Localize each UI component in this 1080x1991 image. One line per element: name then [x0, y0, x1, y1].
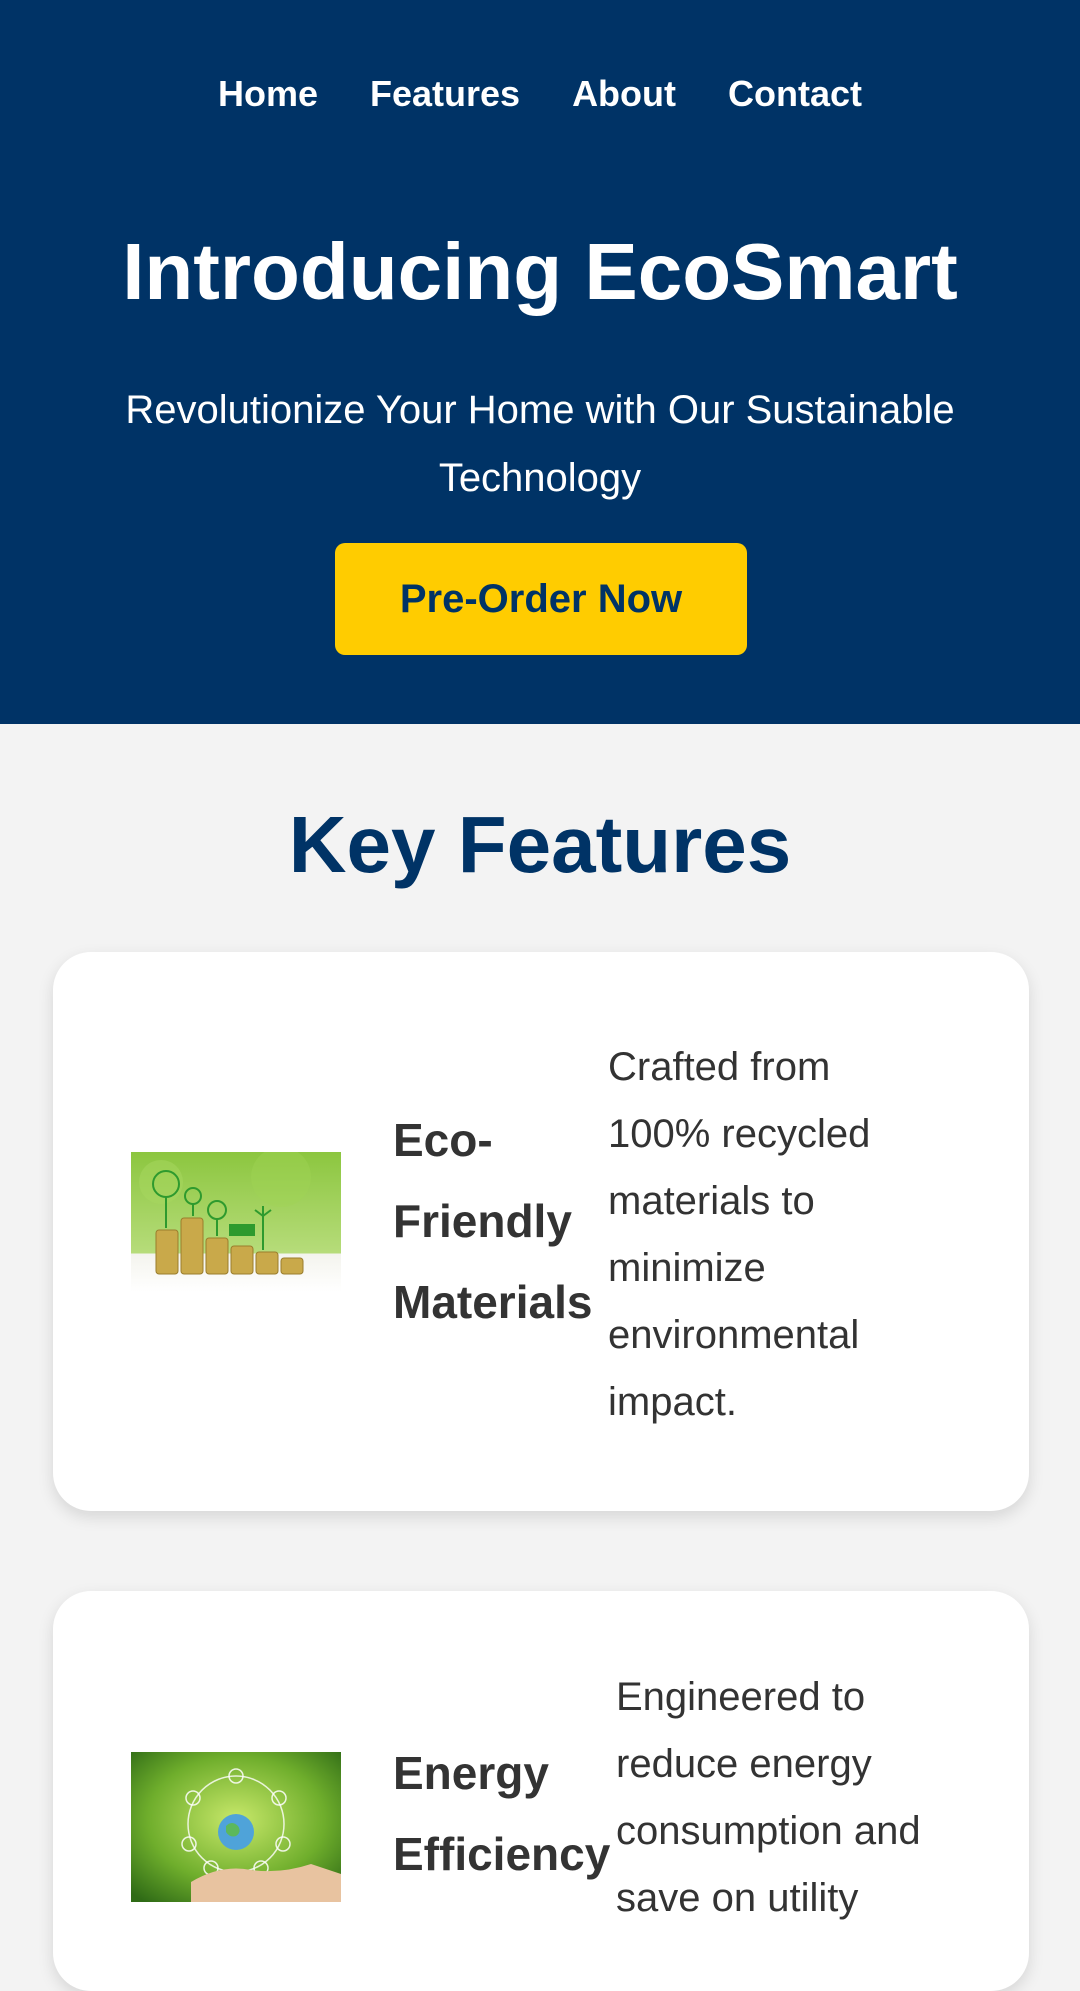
feature-title: Energy Efficiency	[393, 1747, 611, 1880]
feature-card-eco-friendly: Eco-Friendly Materials Crafted from 100%…	[53, 952, 1029, 1511]
main-nav: Home Features About Contact	[0, 68, 1080, 120]
hero-title: Introducing EcoSmart	[122, 227, 958, 316]
feature-image-energy-efficiency	[131, 1752, 341, 1902]
features-title: Key Features	[288, 800, 792, 889]
coins-eco-image	[131, 1152, 341, 1292]
feature-description: Engineered to reduce energy consumption …	[616, 1675, 921, 1920]
hero-section: Home Features About Contact Introducing …	[0, 0, 1080, 724]
nav-link-features[interactable]: Features	[370, 68, 520, 120]
globe-hand-image	[131, 1752, 341, 1902]
feature-description: Crafted from 100% recycled materials to …	[608, 1045, 871, 1424]
pre-order-button[interactable]: Pre-Order Now	[335, 543, 747, 655]
feature-image-eco-friendly	[131, 1152, 341, 1292]
feature-card-energy-efficiency: Energy Efficiency Engineered to reduce e…	[53, 1591, 1029, 1991]
feature-title: Eco-Friendly Materials	[393, 1114, 593, 1328]
nav-link-home[interactable]: Home	[218, 68, 318, 120]
nav-link-about[interactable]: About	[572, 68, 676, 120]
hero-subtitle: Revolutionize Your Home with Our Sustain…	[125, 388, 955, 500]
nav-link-contact[interactable]: Contact	[728, 68, 862, 120]
